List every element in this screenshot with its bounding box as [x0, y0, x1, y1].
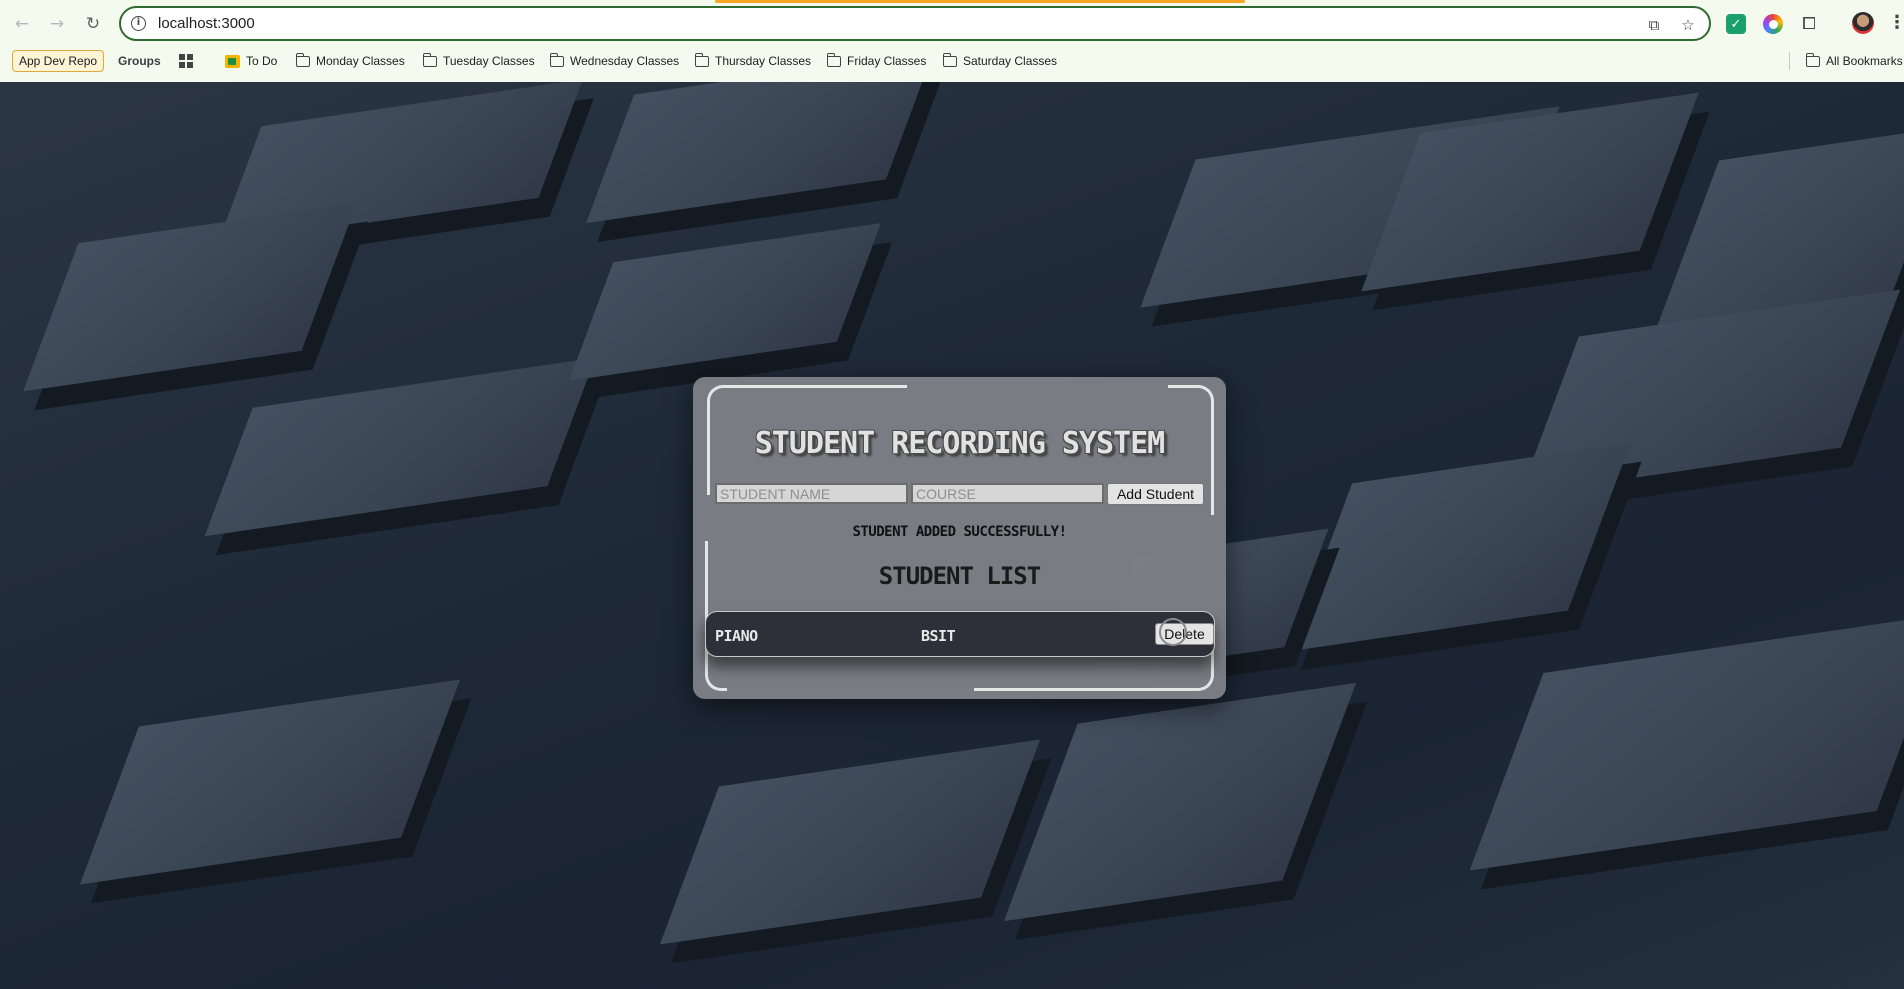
bookmark-label: Friday Classes: [847, 54, 927, 68]
bookmark-tuesday-classes[interactable]: Tuesday Classes: [422, 50, 535, 72]
browser-chrome: ← → ↻ i localhost:3000 ⧉ ☆ ✓ ⧠ ⋮ App Dev…: [0, 0, 1904, 82]
folder-icon: [694, 52, 709, 67]
bookmarks-bar: App Dev Repo Groups To Do Monday Classes…: [0, 48, 1904, 74]
student-name-cell: PIANO: [715, 627, 758, 645]
bookmark-label: Saturday Classes: [963, 54, 1058, 68]
install-app-icon[interactable]: ⧉: [1644, 15, 1664, 35]
profile-avatar[interactable]: [1852, 12, 1874, 34]
bookmark-saturday-classes[interactable]: Saturday Classes: [942, 50, 1058, 72]
bookmark-label: To Do: [246, 54, 278, 68]
bookmark-friday-classes[interactable]: Friday Classes: [826, 50, 927, 72]
forward-icon[interactable]: →: [44, 11, 70, 37]
reload-icon[interactable]: ↻: [80, 11, 106, 37]
bookmark-groups[interactable]: Groups: [118, 50, 161, 72]
folder-icon: [826, 52, 841, 67]
bookmark-monday-classes[interactable]: Monday Classes: [295, 50, 405, 72]
apps-grid-icon: [179, 54, 193, 68]
address-bar[interactable]: i localhost:3000 ⧉ ☆: [119, 6, 1711, 41]
bookmark-label: App Dev Repo: [19, 54, 98, 68]
success-message: STUDENT ADDED SUCCESSFULLY!: [852, 524, 1067, 540]
bookmark-label: Groups: [118, 54, 161, 68]
page-viewport: STUDENT RECORDING SYSTEM Add Student STU…: [0, 82, 1904, 989]
bookmark-label: Monday Classes: [316, 54, 405, 68]
bookmark-app-dev-repo[interactable]: App Dev Repo: [12, 50, 105, 72]
all-bookmarks-label: All Bookmarks: [1826, 54, 1903, 68]
folder-icon: [549, 52, 564, 67]
app-title: STUDENT RECORDING SYSTEM: [754, 426, 1165, 461]
folder-icon: [422, 52, 437, 67]
url-text[interactable]: localhost:3000: [158, 15, 255, 32]
bookmark-thursday-classes[interactable]: Thursday Classes: [694, 50, 812, 72]
student-list-title: STUDENT LIST: [878, 562, 1041, 590]
checkmark-extension-icon[interactable]: ✓: [1726, 14, 1746, 34]
bookmark-to-do[interactable]: To Do: [225, 50, 277, 72]
student-recording-card: STUDENT RECORDING SYSTEM Add Student STU…: [693, 377, 1226, 699]
bookmarks-separator: [1789, 52, 1790, 70]
apps-grid-button[interactable]: [179, 50, 193, 72]
bookmark-label: Tuesday Classes: [443, 54, 535, 68]
delete-student-button[interactable]: Delete: [1155, 623, 1214, 645]
menu-kebab-icon[interactable]: ⋮: [1888, 12, 1904, 33]
back-icon[interactable]: ←: [9, 11, 35, 37]
loading-progress-bar: [715, 0, 1245, 3]
all-bookmarks-folder[interactable]: All Bookmarks: [1805, 50, 1903, 72]
folder-icon: [295, 52, 310, 67]
student-course-cell: BSIT: [921, 627, 956, 645]
extensions-puzzle-icon[interactable]: ⧠: [1799, 14, 1819, 34]
folder-icon: [1805, 52, 1820, 67]
student-name-input[interactable]: [715, 483, 908, 504]
folder-icon: [942, 52, 957, 67]
color-picker-extension-icon[interactable]: [1763, 14, 1783, 34]
course-input[interactable]: [911, 483, 1104, 504]
bookmark-wednesday-classes[interactable]: Wednesday Classes: [549, 50, 680, 72]
google-classroom-icon: [225, 54, 240, 68]
site-info-icon[interactable]: i: [131, 16, 146, 31]
student-list-row: PIANO BSIT Delete: [705, 611, 1215, 657]
add-student-form: Add Student: [715, 483, 1204, 505]
bookmark-label: Wednesday Classes: [570, 54, 680, 68]
bookmark-star-icon[interactable]: ☆: [1678, 15, 1698, 35]
bookmark-label: Thursday Classes: [715, 54, 812, 68]
add-student-button[interactable]: Add Student: [1107, 483, 1204, 505]
